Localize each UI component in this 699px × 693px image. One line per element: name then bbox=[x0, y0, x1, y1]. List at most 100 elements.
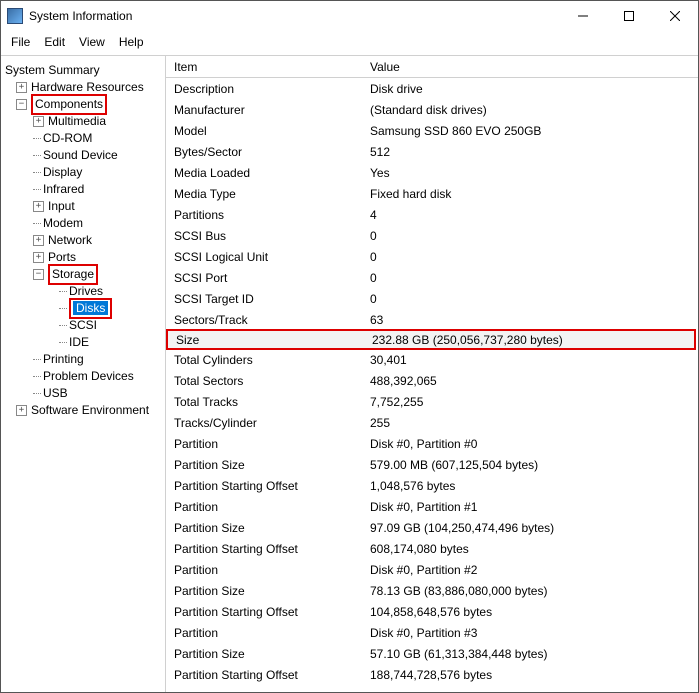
list-row[interactable]: Partition Starting Offset104,858,648,576… bbox=[166, 601, 698, 622]
tree-item-problem-devices[interactable]: Problem Devices bbox=[3, 368, 163, 385]
expander-icon[interactable]: − bbox=[33, 269, 44, 280]
list-cell-value: 608,174,080 bytes bbox=[366, 542, 698, 556]
list-cell-item: SCSI Bus bbox=[166, 229, 366, 243]
tree-item-label: Network bbox=[48, 232, 92, 249]
tree-item-label: Display bbox=[43, 164, 82, 181]
list-cell-item: Sectors/Track bbox=[166, 313, 366, 327]
list-row[interactable]: Media LoadedYes bbox=[166, 162, 698, 183]
list-cell-value: 97.09 GB (104,250,474,496 bytes) bbox=[366, 521, 698, 535]
expander-icon[interactable]: + bbox=[33, 252, 44, 263]
list-row[interactable]: Bytes/Sector512 bbox=[166, 141, 698, 162]
list-row[interactable]: PartitionDisk #0, Partition #0 bbox=[166, 433, 698, 454]
list-row[interactable]: SCSI Logical Unit0 bbox=[166, 246, 698, 267]
tree-item-label: Multimedia bbox=[48, 113, 106, 130]
tree-item-printing[interactable]: Printing bbox=[3, 351, 163, 368]
list-row[interactable]: SCSI Port0 bbox=[166, 267, 698, 288]
expander-icon[interactable]: + bbox=[16, 82, 27, 93]
list-row[interactable]: Manufacturer(Standard disk drives) bbox=[166, 99, 698, 120]
menu-edit[interactable]: Edit bbox=[38, 33, 71, 51]
tree-item-components[interactable]: −Components bbox=[3, 96, 163, 113]
list-row[interactable]: Total Tracks7,752,255 bbox=[166, 391, 698, 412]
tree-item-label: Printing bbox=[43, 351, 84, 368]
tree-item-label: USB bbox=[43, 385, 68, 402]
list-cell-value: Fixed hard disk bbox=[366, 187, 698, 201]
list-row[interactable]: SCSI Target ID0 bbox=[166, 288, 698, 309]
tree-item-label: Components bbox=[35, 97, 103, 111]
tree-item-label: IDE bbox=[69, 334, 89, 351]
column-header-item[interactable]: Item bbox=[166, 60, 366, 74]
tree-item-input[interactable]: +Input bbox=[3, 198, 163, 215]
tree-item-scsi[interactable]: SCSI bbox=[3, 317, 163, 334]
expander-icon[interactable]: − bbox=[16, 99, 27, 110]
tree-item-network[interactable]: + Network bbox=[3, 232, 163, 249]
tree-connector bbox=[33, 181, 43, 198]
tree-item-multimedia[interactable]: + Multimedia bbox=[3, 113, 163, 130]
minimize-button[interactable] bbox=[560, 1, 606, 31]
maximize-button[interactable] bbox=[606, 1, 652, 31]
menu-view[interactable]: View bbox=[73, 33, 111, 51]
tree-item-label: SCSI bbox=[69, 317, 97, 334]
list-row[interactable]: PartitionDisk #0, Partition #1 bbox=[166, 496, 698, 517]
list-cell-item: Description bbox=[166, 82, 366, 96]
list-row[interactable]: Total Cylinders30,401 bbox=[166, 349, 698, 370]
tree-item-storage[interactable]: −Storage bbox=[3, 266, 163, 283]
tree-item-cd-rom[interactable]: CD-ROM bbox=[3, 130, 163, 147]
list-row[interactable]: DescriptionDisk drive bbox=[166, 78, 698, 99]
list-cell-item: Partition Starting Offset bbox=[166, 479, 366, 493]
list-row[interactable]: Partition Size97.09 GB (104,250,474,496 … bbox=[166, 517, 698, 538]
expander-icon[interactable]: + bbox=[16, 405, 27, 416]
list-cell-item: Partition Size bbox=[166, 647, 366, 661]
tree-item-sound-device[interactable]: Sound Device bbox=[3, 147, 163, 164]
list-row[interactable]: Partition Starting Offset1,048,576 bytes bbox=[166, 475, 698, 496]
tree-connector bbox=[59, 283, 69, 300]
menu-file[interactable]: File bbox=[5, 33, 36, 51]
list-cell-item: Partition Starting Offset bbox=[166, 668, 366, 682]
tree-item-ide[interactable]: IDE bbox=[3, 334, 163, 351]
list-row[interactable]: Sectors/Track63 bbox=[166, 309, 698, 330]
list-cell-item: Total Tracks bbox=[166, 395, 366, 409]
list-cell-item: Model bbox=[166, 124, 366, 138]
tree-item-software-environment[interactable]: +Software Environment bbox=[3, 402, 163, 419]
close-button[interactable] bbox=[652, 1, 698, 31]
list-row[interactable]: Partition Size579.00 MB (607,125,504 byt… bbox=[166, 454, 698, 475]
column-header-value[interactable]: Value bbox=[366, 60, 698, 74]
menu-help[interactable]: Help bbox=[113, 33, 150, 51]
tree-item-modem[interactable]: Modem bbox=[3, 215, 163, 232]
list-cell-item: Bytes/Sector bbox=[166, 145, 366, 159]
list-cell-item: Partition Size bbox=[166, 521, 366, 535]
tree-item-display[interactable]: Display bbox=[3, 164, 163, 181]
list-row[interactable]: Partition Starting Offset608,174,080 byt… bbox=[166, 538, 698, 559]
tree-item-label: CD-ROM bbox=[43, 130, 92, 147]
tree-connector bbox=[33, 215, 43, 232]
list-row[interactable]: Total Sectors488,392,065 bbox=[166, 370, 698, 391]
list-row[interactable]: PartitionDisk #0, Partition #2 bbox=[166, 559, 698, 580]
list-row[interactable]: Partition Size78.13 GB (83,886,080,000 b… bbox=[166, 580, 698, 601]
list-cell-item: SCSI Target ID bbox=[166, 292, 366, 306]
titlebar[interactable]: System Information bbox=[1, 1, 698, 31]
list-cell-value: 512 bbox=[366, 145, 698, 159]
list-row[interactable]: SCSI Bus0 bbox=[166, 225, 698, 246]
list-row[interactable]: ModelSamsung SSD 860 EVO 250GB bbox=[166, 120, 698, 141]
tree-root[interactable]: System Summary bbox=[3, 62, 163, 79]
list-cell-value: 0 bbox=[366, 229, 698, 243]
expander-icon[interactable]: + bbox=[33, 116, 44, 127]
list-row[interactable]: Tracks/Cylinder255 bbox=[166, 412, 698, 433]
list-row[interactable]: Partitions4 bbox=[166, 204, 698, 225]
list-row[interactable]: PartitionDisk #0, Partition #3 bbox=[166, 622, 698, 643]
list-cell-value: 188,744,728,576 bytes bbox=[366, 668, 698, 682]
list-cell-value: 57.10 GB (61,313,384,448 bytes) bbox=[366, 647, 698, 661]
tree-item-usb[interactable]: USB bbox=[3, 385, 163, 402]
list-row[interactable]: Size232.88 GB (250,056,737,280 bytes) bbox=[166, 329, 696, 350]
list-cell-item: Partitions bbox=[166, 208, 366, 222]
list-cell-value: (Standard disk drives) bbox=[366, 103, 698, 117]
list-cell-item: Partition Size bbox=[166, 458, 366, 472]
expander-icon[interactable]: + bbox=[33, 235, 44, 246]
tree-item-disks[interactable]: Disks bbox=[3, 300, 163, 317]
list-row[interactable]: Media TypeFixed hard disk bbox=[166, 183, 698, 204]
list-row[interactable]: Partition Starting Offset188,744,728,576… bbox=[166, 664, 698, 685]
tree-connector bbox=[59, 317, 69, 334]
expander-icon[interactable]: + bbox=[33, 201, 44, 212]
list-cell-value: 0 bbox=[366, 292, 698, 306]
list-row[interactable]: Partition Size57.10 GB (61,313,384,448 b… bbox=[166, 643, 698, 664]
tree-item-infrared[interactable]: Infrared bbox=[3, 181, 163, 198]
